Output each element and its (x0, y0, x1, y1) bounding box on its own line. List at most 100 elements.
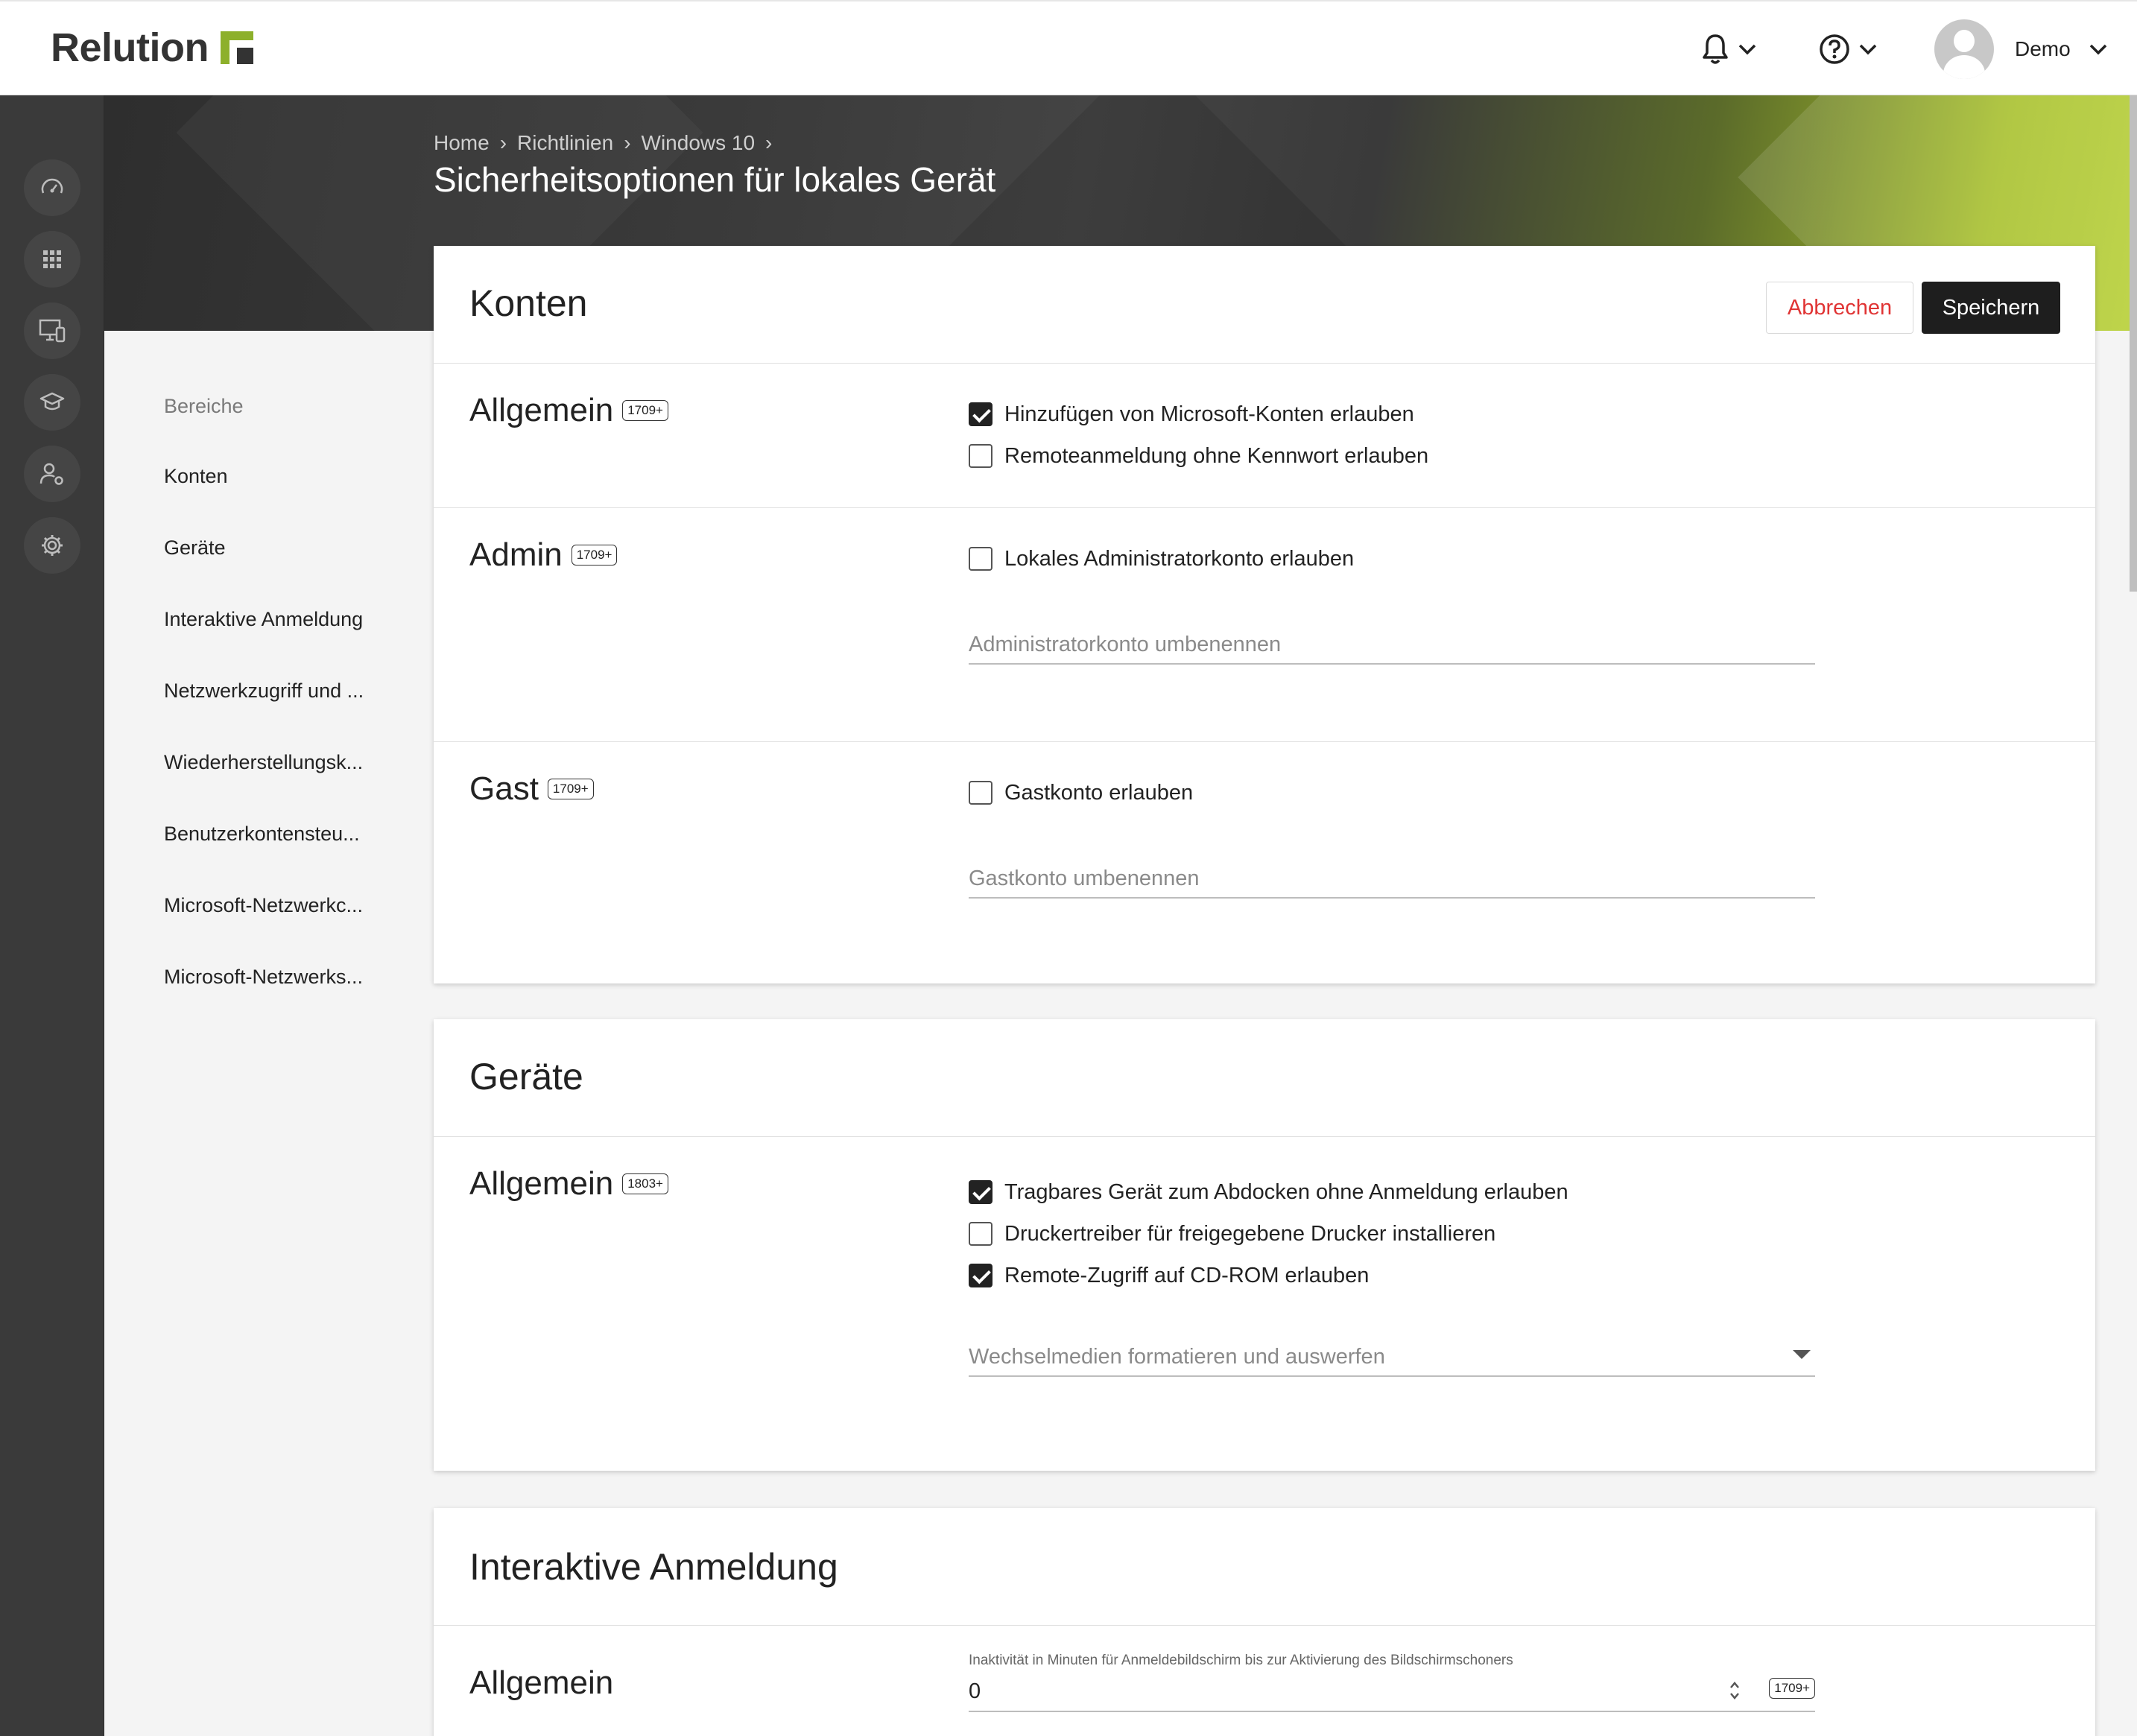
section-navigation: Bereiche Konten Geräte Interaktive Anmel… (164, 395, 402, 992)
section-nav-item-microsoft-netzwerkclient[interactable]: Microsoft-Netzwerkc... (164, 894, 380, 921)
checkbox-label: Tragbares Gerät zum Abdocken ohne Anmeld… (1004, 1179, 1568, 1204)
row-title-text: Allgemein (469, 1664, 614, 1701)
breadcrumb-windows-10[interactable]: Windows 10 (642, 131, 756, 155)
rail-education[interactable] (24, 374, 80, 431)
checkbox-unchecked[interactable] (969, 1222, 992, 1246)
checkbox-checked[interactable] (969, 1180, 992, 1204)
checkbox-unchecked[interactable] (969, 547, 992, 571)
interaktive-anmeldung-card: Interaktive Anmeldung Allgemein Inaktivi… (434, 1508, 2095, 1736)
user-name: Demo (2015, 37, 2071, 60)
section-nav-item-interaktive-anmeldung[interactable]: Interaktive Anmeldung (164, 608, 380, 635)
remote-login-without-password-checkbox[interactable]: Remoteanmeldung ohne Kennwort erlauben (969, 435, 1428, 477)
user-menu[interactable]: Demo (1934, 19, 2108, 79)
rail-users[interactable] (24, 446, 80, 502)
section-nav-item-geraete[interactable]: Geräte (164, 536, 380, 563)
section-nav-item-wiederherstellung[interactable]: Wiederherstellungsk... (164, 751, 380, 778)
interaktive-anmeldung-title: Interaktive Anmeldung (469, 1546, 838, 1588)
konten-card: Konten Abbrechen Speichern Allgemein 170… (434, 246, 2095, 983)
logo-mark-icon (220, 31, 253, 64)
checkbox-label: Remote-Zugriff auf CD-ROM erlauben (1004, 1263, 1370, 1287)
row-title-text: Allgemein (469, 392, 614, 428)
allow-microsoft-accounts-checkbox[interactable]: Hinzufügen von Microsoft-Konten erlauben (969, 393, 1428, 435)
undock-without-login-checkbox[interactable]: Tragbares Gerät zum Abdocken ohne Anmeld… (969, 1171, 1568, 1213)
devices-monitor-icon (39, 319, 66, 343)
konten-card-header: Konten Abbrechen Speichern (434, 246, 2095, 364)
cancel-button[interactable]: Abbrechen (1766, 282, 1913, 334)
breadcrumb: Home › Richtlinien › Windows 10 › (434, 131, 782, 155)
chevron-right-icon: › (499, 131, 507, 154)
rename-admin-account-input[interactable] (969, 620, 1815, 662)
save-button[interactable]: Speichern (1922, 282, 2060, 334)
top-bar: Relution Demo (0, 0, 2137, 95)
help-menu[interactable] (1818, 27, 1878, 72)
chevron-right-icon: › (624, 131, 631, 154)
checkbox-label: Remoteanmeldung ohne Kennwort erlauben (1004, 443, 1429, 468)
allow-guest-account-checkbox[interactable]: Gastkonto erlauben (969, 772, 1193, 814)
row-title-text: Admin (469, 536, 563, 573)
section-nav-item-konten[interactable]: Konten (164, 465, 380, 492)
section-nav-heading: Bereiche (164, 395, 244, 417)
inactivity-minutes-value[interactable]: 0 (969, 1679, 981, 1704)
removable-media-select-input[interactable] (969, 1332, 1815, 1374)
geraete-allgemein-row: Allgemein 1803+ Tragbares Gerät zum Abdo… (434, 1137, 2095, 1471)
notifications-menu[interactable] (1700, 27, 1757, 72)
konten-title: Konten (469, 282, 588, 324)
page-scrollbar[interactable] (2130, 95, 2137, 1736)
konten-allgemein-title: Allgemein 1709+ (469, 392, 668, 429)
inactivity-minutes-field[interactable]: 0 1709+ (969, 1675, 1815, 1712)
allow-local-admin-account-checkbox[interactable]: Lokales Administratorkonto erlauben (969, 538, 1354, 580)
konten-gast-title: Gast 1709+ (469, 770, 594, 808)
rail-devices[interactable] (24, 302, 80, 359)
geraete-card-header: Geräte (434, 1019, 2095, 1137)
konten-admin-row: Admin 1709+ Lokales Administratorkonto e… (434, 508, 2095, 742)
bell-icon (1703, 34, 1728, 64)
rename-guest-account-input[interactable] (969, 854, 1815, 896)
breadcrumb-home[interactable]: Home (434, 131, 490, 155)
breadcrumb-richtlinien[interactable]: Richtlinien (517, 131, 613, 155)
avatar (1934, 19, 1994, 79)
section-nav-item-benutzerkontensteuerung[interactable]: Benutzerkontensteu... (164, 823, 380, 849)
interaktive-anmeldung-allgemein-row: Allgemein Inaktivität in Minuten für Anm… (434, 1626, 2095, 1736)
checkbox-label: Hinzufügen von Microsoft-Konten erlauben (1004, 402, 1414, 426)
chevron-right-icon: › (765, 131, 773, 154)
interaktive-anmeldung-card-header: Interaktive Anmeldung (434, 1508, 2095, 1626)
checkbox-label: Druckertreiber für freigegebene Drucker … (1004, 1221, 1496, 1246)
rail-apps[interactable] (24, 231, 80, 288)
number-spinner-icon[interactable] (1729, 1679, 1741, 1702)
konten-allgemein-row: Allgemein 1709+ Hinzufügen von Microsoft… (434, 364, 2095, 508)
checkbox-label: Lokales Administratorkonto erlauben (1004, 546, 1355, 571)
konten-gast-row: Gast 1709+ Gastkonto erlauben (434, 742, 2095, 983)
version-badge: 1709+ (622, 400, 668, 421)
konten-admin-title: Admin 1709+ (469, 536, 618, 574)
rename-admin-account-field[interactable] (969, 620, 1815, 665)
graduation-cap-icon (39, 392, 65, 411)
relution-logo[interactable]: Relution (51, 24, 253, 72)
gear-icon (42, 535, 63, 556)
rename-guest-account-field[interactable] (969, 854, 1815, 899)
rail-settings[interactable] (24, 517, 80, 574)
checkbox-unchecked[interactable] (969, 781, 992, 805)
chevron-down-icon (2089, 44, 2106, 55)
help-circle-icon (1820, 34, 1849, 64)
dashboard-gauge-icon (41, 178, 63, 194)
remote-cdrom-access-checkbox[interactable]: Remote-Zugriff auf CD-ROM erlauben (969, 1255, 1568, 1296)
scrollbar-thumb[interactable] (2130, 95, 2137, 592)
checkbox-checked[interactable] (969, 1264, 992, 1287)
checkbox-checked[interactable] (969, 402, 992, 426)
version-badge: 1709+ (571, 545, 618, 566)
rail-dashboard[interactable] (24, 159, 80, 216)
install-printer-drivers-checkbox[interactable]: Druckertreiber für freigegebene Drucker … (969, 1213, 1568, 1255)
user-settings-icon (39, 463, 63, 485)
removable-media-select[interactable] (969, 1332, 1815, 1377)
dropdown-arrow-icon[interactable] (1793, 1350, 1811, 1359)
section-nav-item-netzwerkzugriff[interactable]: Netzwerkzugriff und ... (164, 679, 380, 706)
row-title-text: Allgemein (469, 1165, 614, 1202)
chevron-down-icon (1738, 44, 1756, 55)
version-badge: 1709+ (1769, 1678, 1815, 1699)
left-navigation-rail (0, 95, 104, 1736)
apps-grid-icon (43, 250, 61, 268)
logo-text: Relution (51, 25, 209, 70)
checkbox-unchecked[interactable] (969, 444, 992, 468)
section-nav-item-microsoft-netzwerkserver[interactable]: Microsoft-Netzwerks... (164, 966, 380, 992)
inactivity-minutes-label: Inaktivität in Minuten für Anmeldebildsc… (969, 1653, 1513, 1668)
